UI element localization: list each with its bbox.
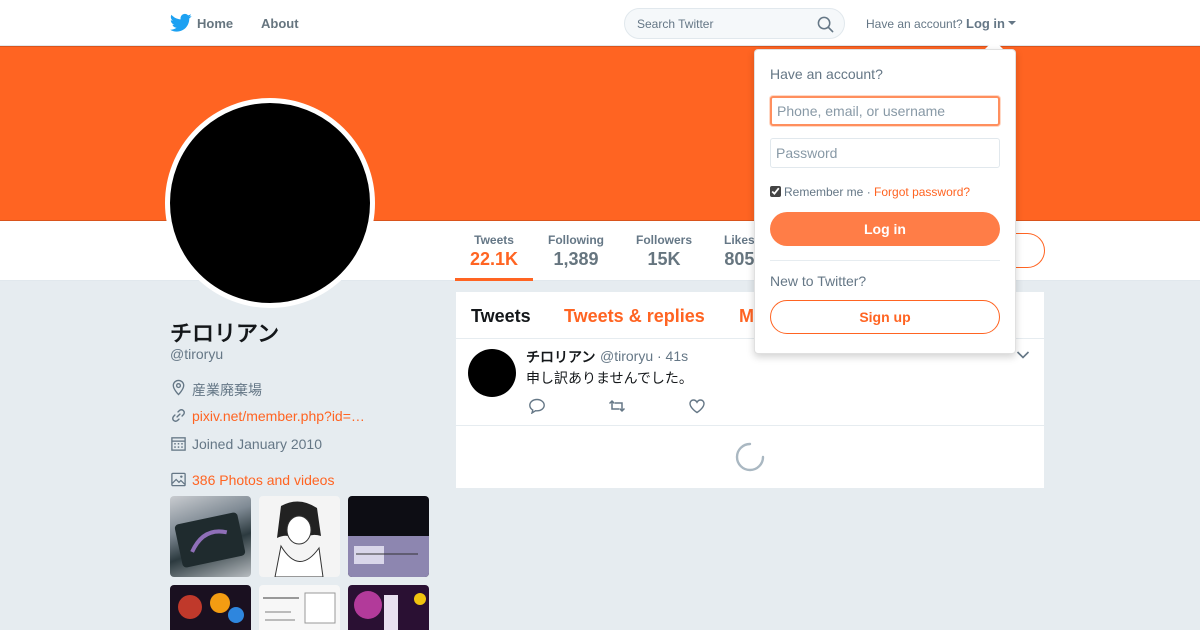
profile-avatar[interactable]	[165, 98, 375, 308]
calendar-icon	[171, 437, 186, 451]
stat-label: Tweets	[474, 233, 514, 247]
login-dropdown: Have an account? Remember me · Forgot pa…	[754, 49, 1016, 354]
loading-spinner-icon	[735, 442, 765, 472]
tab-tweets[interactable]: Tweets	[471, 306, 531, 327]
tab-tweets-and-replies[interactable]: Tweets & replies	[564, 306, 705, 327]
media-thumbnail-image	[354, 591, 426, 630]
login-button[interactable]: Log in	[770, 212, 1000, 246]
media-thumbnail-image	[274, 501, 324, 577]
stat-label: Followers	[636, 233, 693, 247]
top-navigation-bar: Home About Have an account? Log in	[0, 0, 1200, 46]
stat-tweets[interactable]: Tweets 22.1K	[470, 233, 518, 270]
remember-me-label[interactable]: Remember me	[784, 185, 863, 199]
media-thumbnail[interactable]	[259, 496, 340, 577]
tab-media[interactable]: M	[739, 306, 754, 327]
media-thumbnail-image	[348, 536, 429, 577]
media-thumbnail[interactable]	[170, 585, 251, 630]
stat-value: 15K	[647, 249, 681, 269]
login-dropdown-toggle[interactable]: Log in	[966, 16, 1005, 31]
location-text: 産業廃棄場	[192, 382, 262, 398]
stat-likes[interactable]: Likes 805	[724, 233, 755, 270]
like-heart-icon[interactable]	[688, 398, 706, 414]
location-pin-icon	[172, 379, 185, 396]
stat-following[interactable]: Following 1,389	[548, 233, 604, 270]
media-link[interactable]: 386 Photos and videos	[192, 472, 334, 488]
joined-text: Joined January 2010	[192, 436, 322, 452]
stat-followers[interactable]: Followers 15K	[636, 233, 692, 270]
media-thumbnail[interactable]	[259, 585, 340, 630]
stat-value: 22.1K	[470, 249, 519, 269]
media-thumbnail[interactable]	[348, 496, 429, 577]
search-input[interactable]	[637, 15, 807, 33]
search-box	[624, 8, 845, 39]
photo-icon	[171, 472, 186, 487]
media-thumbnail-image	[178, 593, 244, 623]
signup-button[interactable]: Sign up	[770, 300, 1000, 334]
username-field[interactable]	[770, 96, 1000, 126]
divider	[456, 425, 1044, 426]
media-thumbnail-image	[174, 512, 246, 568]
stat-value: 1,389	[553, 249, 599, 269]
retweet-icon[interactable]	[608, 398, 626, 414]
website-link[interactable]: pixiv.net/member.php?id=…	[192, 408, 365, 424]
have-account-text: Have an account?	[866, 17, 963, 31]
tweet-avatar[interactable]	[468, 349, 516, 397]
chevron-down-icon[interactable]	[1016, 350, 1030, 360]
nav-about-link[interactable]: About	[261, 16, 299, 31]
reply-icon[interactable]	[528, 398, 546, 414]
forgot-password-link[interactable]: Forgot password?	[874, 185, 970, 199]
profile-handle[interactable]: @tiroryu	[170, 346, 223, 362]
separator-dot: ·	[866, 185, 871, 199]
search-icon[interactable]	[817, 16, 834, 33]
tweet-timestamp[interactable]: · 41s	[657, 348, 688, 364]
tweet-author-handle[interactable]: @tiroryu	[600, 348, 653, 364]
active-stat-indicator	[455, 278, 533, 281]
link-icon	[172, 409, 185, 422]
media-thumbnail[interactable]	[170, 496, 251, 577]
divider	[770, 260, 1000, 261]
tweet-text: 申し訳ありませんでした。	[526, 370, 693, 386]
dropdown-title: Have an account?	[770, 66, 883, 82]
tweet-author-name[interactable]: チロリアン	[526, 347, 595, 367]
remember-me-checkbox[interactable]	[770, 186, 781, 197]
remember-row: Remember me · Forgot password?	[770, 185, 970, 199]
dropdown-arrow	[985, 40, 1003, 49]
stat-label: Likes	[724, 233, 755, 247]
twitter-bird-icon[interactable]	[170, 13, 192, 33]
password-field[interactable]	[770, 138, 1000, 168]
stat-value: 805	[724, 249, 755, 269]
media-thumbnail[interactable]	[348, 585, 429, 630]
stat-label: Following	[548, 233, 604, 247]
nav-home-link[interactable]: Home	[197, 16, 233, 31]
chevron-down-icon[interactable]	[1008, 21, 1016, 25]
new-to-twitter-text: New to Twitter?	[770, 273, 867, 289]
media-thumbnail-image	[263, 592, 336, 624]
profile-name[interactable]: チロリアン	[170, 316, 279, 348]
